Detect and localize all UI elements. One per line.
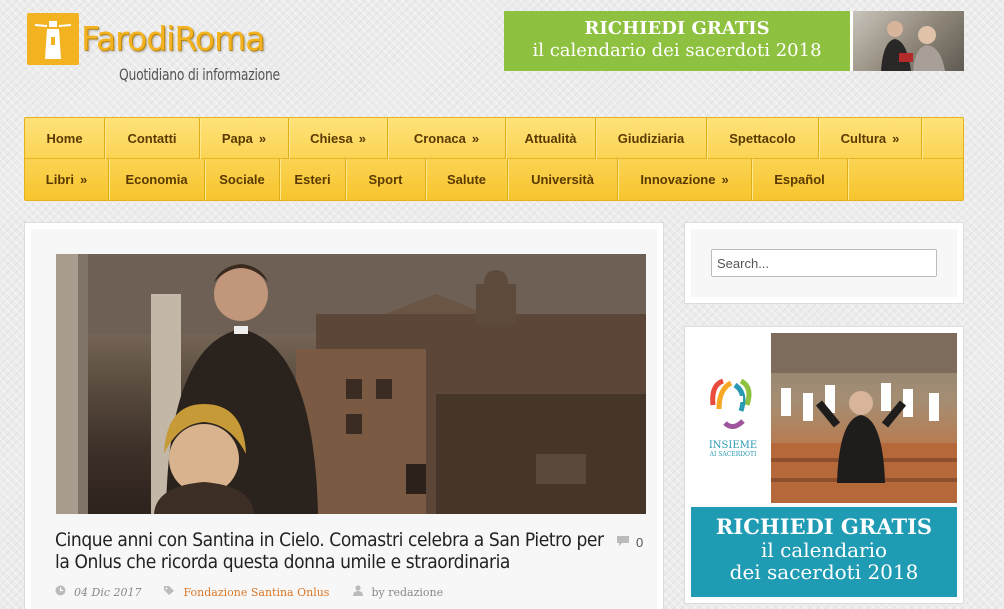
nav-item-home[interactable]: Home [25, 118, 105, 159]
user-icon [353, 585, 364, 599]
lighthouse-icon [27, 13, 79, 65]
nav-item-label: Economia [125, 172, 188, 187]
submenu-arrow-icon: » [892, 131, 900, 146]
submenu-arrow-icon: » [258, 131, 267, 146]
nav-item-label: Contatti [127, 131, 177, 146]
submenu-arrow-icon: » [358, 131, 366, 146]
nav-item-libri[interactable]: Libri » [25, 159, 109, 200]
ad-logo-text: INSIEME [708, 440, 758, 451]
article-tag-link[interactable]: Fondazione Santina Onlus [183, 586, 329, 599]
nav-item-label: Cronaca [413, 131, 466, 146]
site-subtitle: Quotidiano di informazione [119, 65, 280, 84]
banner-line1: RICHIEDI GRATIS [584, 18, 770, 39]
article-date: 04 Dic 2017 [74, 585, 142, 599]
nav-item-innovazione[interactable]: Innovazione » [618, 159, 752, 200]
submenu-arrow-icon: » [721, 172, 729, 187]
insieme-logo: INSIEME AI SACERDOTI [703, 375, 763, 458]
nav-item-sport[interactable]: Sport [346, 159, 426, 200]
nav-item-label: Papa [221, 131, 253, 146]
comment-count[interactable]: 0 [616, 535, 643, 550]
nav-item-cultura[interactable]: Cultura » [819, 118, 922, 159]
nav-item-spettacolo[interactable]: Spettacolo [707, 118, 819, 159]
ad-line3: dei sacerdoti 2018 [729, 560, 919, 584]
nav-row-2: Libri » Economia Sociale Esteri Sport Salute Un… [25, 159, 963, 200]
nav-item-label: Chiesa [310, 131, 353, 146]
nav-item-economia[interactable]: Economia [109, 159, 205, 200]
banner-line2: il calendario dei sacerdoti 2018 [532, 40, 822, 61]
nav-item-label: Giudiziaria [617, 131, 685, 146]
banner-photo [850, 11, 964, 71]
nav-item-label: Sport [368, 172, 403, 187]
nav-item-sociale[interactable]: Sociale [205, 159, 280, 200]
main-navigation: Home Contatti Papa » Chiesa » Cronaca » Attualit… [24, 117, 964, 201]
nav-item-chiesa[interactable]: Chiesa » [289, 118, 388, 159]
submenu-arrow-icon: » [471, 131, 480, 146]
nav-item-label: Sociale [219, 172, 265, 187]
comment-icon [616, 535, 630, 550]
tag-icon [163, 585, 175, 599]
nav-item-giudiziaria[interactable]: Giudiziaria [596, 118, 707, 159]
calendar-banner[interactable]: RICHIEDI GRATIS il calendario dei sacerd… [504, 11, 964, 71]
nav-item-attualit-[interactable]: Attualità [506, 118, 596, 159]
ad-logo-subtext: AI SACERDOTI [709, 451, 757, 458]
nav-item-label: Cultura [840, 131, 887, 146]
article-hero-image[interactable] [56, 254, 646, 514]
sidebar-search-widget [684, 222, 964, 304]
nav-item-label: Innovazione [640, 172, 716, 187]
sidebar-calendar-ad[interactable]: INSIEME AI SACERDOTI RICHIEDI GRATIS il … [684, 326, 964, 604]
site-title: FarodiRoma [81, 19, 265, 58]
nav-item-label: Università [531, 172, 594, 187]
hands-cross-icon [710, 378, 752, 429]
search-input[interactable] [711, 249, 937, 277]
nav-item-label: Attualità [524, 131, 577, 146]
nav-item-contatti[interactable]: Contatti [105, 118, 200, 159]
nav-item-cronaca[interactable]: Cronaca » [388, 118, 506, 159]
article-title[interactable]: Cinque anni con Santina in Cielo. Comast… [55, 529, 615, 573]
nav-row-1: Home Contatti Papa » Chiesa » Cronaca » Attualit… [25, 118, 963, 159]
clock-icon [55, 585, 66, 599]
ad-line1: RICHIEDI GRATIS [715, 514, 933, 539]
nav-item-papa[interactable]: Papa » [200, 118, 289, 159]
site-logo[interactable]: FarodiRoma Quotidiano di informazione [27, 13, 297, 85]
ad-photo [771, 333, 957, 503]
ad-line2: il calendario [760, 538, 888, 562]
nav-item-label: Esteri [294, 172, 331, 187]
nav-item-universit-[interactable]: Università [508, 159, 618, 200]
nav-item-label: Spettacolo [729, 131, 796, 146]
nav-item-label: Salute [446, 172, 486, 187]
nav-item-label: Libri [45, 172, 74, 187]
nav-item-label: Español [774, 172, 825, 187]
nav-item-label: Home [46, 131, 83, 146]
article-meta: 04 Dic 2017 Fondazione Santina Onlus by … [55, 585, 443, 599]
article-author[interactable]: by redazione [371, 586, 443, 599]
article-card: Cinque anni con Santina in Cielo. Comast… [24, 222, 664, 609]
nav-item-esteri[interactable]: Esteri [280, 159, 346, 200]
nav-item-espa-ol[interactable]: Español [752, 159, 848, 200]
submenu-arrow-icon: » [79, 172, 88, 187]
nav-item-salute[interactable]: Salute [426, 159, 508, 200]
comment-count-value: 0 [636, 535, 644, 550]
